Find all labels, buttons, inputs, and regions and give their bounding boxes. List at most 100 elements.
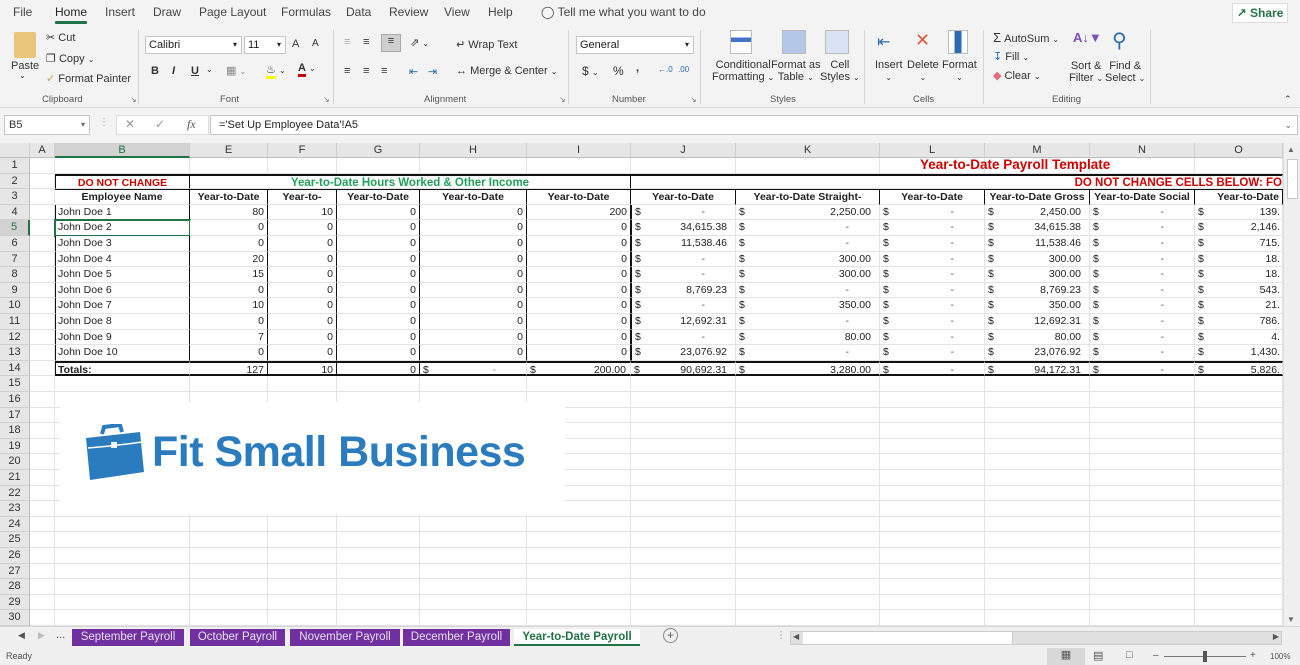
cell[interactable] [631, 376, 736, 392]
font-name-select[interactable]: Calibri ▾ [145, 36, 242, 54]
income-cell-I[interactable]: 0 [527, 282, 631, 299]
money-cell-L[interactable]: $ - [880, 267, 985, 283]
money-cell-J[interactable]: $ - [631, 204, 736, 221]
horizontal-scrollbar[interactable]: ◀ ▶ [790, 631, 1282, 645]
formula-input[interactable]: ='Set Up Employee Data'!A5 ⌄ [210, 115, 1298, 135]
wrap-text-button[interactable]: ↵ Wrap Text [456, 38, 517, 51]
cell[interactable] [1090, 454, 1195, 470]
cell[interactable] [1195, 563, 1283, 580]
money-cell-O[interactable]: $786. [1195, 314, 1283, 330]
cell[interactable] [631, 423, 736, 439]
employee-name-cell[interactable]: John Doe 5 [55, 267, 190, 283]
cell[interactable] [1090, 407, 1195, 424]
cell[interactable] [985, 470, 1090, 486]
money-cell-J[interactable]: $11,538.46 [631, 236, 736, 252]
row-header-29[interactable]: 29 [0, 594, 30, 611]
money-cell-K[interactable]: $300.00 [736, 251, 880, 268]
increase-indent-icon[interactable]: ⇥ [428, 65, 437, 78]
hours-cell-F[interactable]: 0 [268, 251, 337, 268]
cell[interactable] [190, 610, 268, 626]
money-cell-J[interactable]: $34,615.38 [631, 220, 736, 236]
column-header-E[interactable]: E [190, 143, 268, 158]
income-cell-H[interactable]: 0 [420, 329, 527, 346]
row-header-8[interactable]: 8 [0, 267, 30, 283]
number-launcher-icon[interactable]: ↘ [690, 95, 697, 104]
cell[interactable] [30, 298, 55, 314]
cell[interactable] [337, 548, 420, 564]
row-header-22[interactable]: 22 [0, 485, 30, 502]
cell[interactable] [527, 158, 631, 174]
income-cell-I[interactable]: 200 [527, 204, 631, 221]
employee-name-cell[interactable]: John Doe 1 [55, 204, 190, 221]
cell[interactable] [30, 594, 55, 611]
cell[interactable] [420, 376, 527, 392]
column-header-L[interactable]: L [880, 143, 985, 158]
cell[interactable] [1195, 407, 1283, 424]
cell[interactable] [880, 594, 985, 611]
cell[interactable] [30, 423, 55, 439]
cell[interactable] [30, 345, 55, 361]
money-cell-O[interactable]: $1,430. [1195, 345, 1283, 361]
cell[interactable] [30, 282, 55, 299]
cell[interactable] [420, 516, 527, 533]
column-header-M[interactable]: M [985, 143, 1090, 158]
money-cell-O[interactable]: $4. [1195, 329, 1283, 346]
money-cell-K[interactable]: $300.00 [736, 267, 880, 283]
row-header-21[interactable]: 21 [0, 470, 30, 486]
row-header-19[interactable]: 19 [0, 438, 30, 455]
cell-styles-button[interactable]: Cell Styles ⌄ [820, 59, 860, 84]
hours-cell-E[interactable]: 80 [190, 204, 268, 221]
income-cell-H[interactable]: 0 [420, 298, 527, 314]
cell[interactable] [736, 579, 880, 595]
cell[interactable] [1090, 392, 1195, 408]
cell[interactable] [1090, 610, 1195, 626]
cell[interactable] [337, 376, 420, 392]
cell[interactable] [880, 407, 985, 424]
format-as-table-button[interactable]: Format as Table ⌄ [771, 59, 821, 84]
cell[interactable] [985, 563, 1090, 580]
cell[interactable] [631, 470, 736, 486]
money-cell-L[interactable]: $ - [880, 298, 985, 314]
underline-dropdown-icon[interactable]: ⌄ [206, 65, 213, 74]
cell[interactable] [1195, 423, 1283, 439]
cell[interactable] [631, 532, 736, 548]
hours-cell-G[interactable]: 0 [337, 204, 420, 221]
cell[interactable] [190, 532, 268, 548]
employee-name-cell[interactable]: John Doe 3 [55, 236, 190, 252]
cell[interactable] [55, 516, 190, 533]
fill-color-button[interactable]: ♨ ⌄ [266, 63, 286, 79]
money-cell-J[interactable]: $ - [631, 329, 736, 346]
cell[interactable] [1195, 470, 1283, 486]
cell[interactable] [1090, 563, 1195, 580]
cell[interactable] [420, 532, 527, 548]
income-cell-I[interactable]: 0 [527, 267, 631, 283]
cell[interactable] [30, 485, 55, 502]
cell[interactable] [736, 454, 880, 470]
cell[interactable] [30, 610, 55, 626]
totals-label[interactable]: Totals: [55, 360, 190, 377]
select-all-corner[interactable] [0, 143, 30, 158]
cell[interactable] [55, 563, 190, 580]
money-cell-N[interactable]: $ - [1090, 267, 1195, 283]
cell[interactable] [736, 516, 880, 533]
cancel-icon[interactable]: ✕ [125, 117, 135, 131]
money-cell-J[interactable]: $90,692.31 [631, 360, 736, 377]
money-cell-N[interactable]: $ - [1090, 251, 1195, 268]
hours-cell-F[interactable]: 10 [268, 360, 337, 377]
money-cell-M[interactable]: $12,692.31 [985, 314, 1090, 330]
hours-cell-G[interactable]: 0 [337, 282, 420, 299]
money-cell-L[interactable]: $ - [880, 345, 985, 361]
cell[interactable] [736, 501, 880, 517]
money-cell-O[interactable]: $5,826. [1195, 360, 1283, 377]
row-header-16[interactable]: 16 [0, 392, 30, 408]
normal-view-button[interactable]: ▦ [1047, 648, 1085, 665]
money-cell-N[interactable]: $ - [1090, 329, 1195, 346]
cell[interactable] [1090, 532, 1195, 548]
row-header-25[interactable]: 25 [0, 532, 30, 548]
menu-tab-formulas[interactable]: Formulas [281, 5, 331, 19]
italic-button[interactable]: I [172, 65, 175, 77]
cell[interactable] [880, 548, 985, 564]
hours-cell-G[interactable]: 0 [337, 251, 420, 268]
money-cell-O[interactable]: $2,146. [1195, 220, 1283, 236]
hours-cell-E[interactable]: 0 [190, 220, 268, 236]
